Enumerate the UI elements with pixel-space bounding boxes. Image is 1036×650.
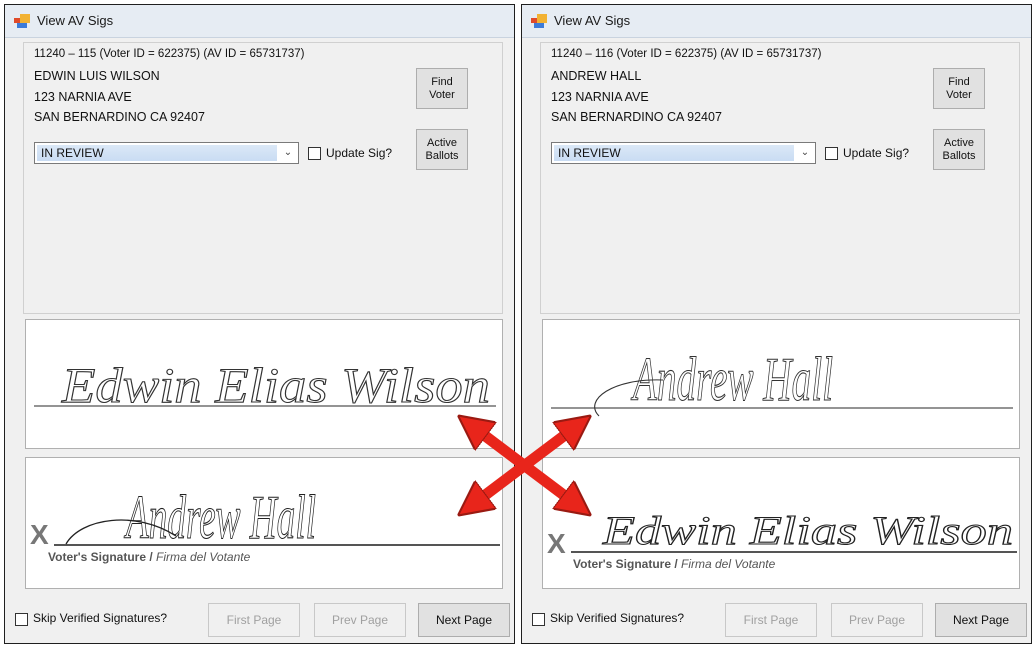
title-bar: View AV Sigs [522, 5, 1031, 38]
first-page-button[interactable]: First Page [208, 603, 300, 637]
ballot-signature-image: X Edwin Elias Wilson Voter's Signature /… [547, 507, 1017, 571]
reference-signature-text: Edwin Elias Wilson [61, 357, 490, 413]
ballot-caption-plain: Voter's Signature / [48, 550, 156, 564]
skip-verified-checkbox[interactable] [532, 613, 545, 626]
skip-verified-label: Skip Verified Signatures? [550, 611, 685, 625]
update-sig-checkbox[interactable] [825, 147, 838, 160]
active-ballots-label: Active Ballots [942, 136, 976, 162]
ballot-caption-plain: Voter's Signature / [573, 557, 681, 571]
voter-info-panel: 11240 – 116 (Voter ID = 622375) (AV ID =… [540, 42, 1020, 314]
find-voter-label: Find Voter [946, 75, 972, 101]
window-title: View AV Sigs [37, 13, 114, 28]
reference-signature-image: Edwin Elias Wilson [34, 356, 496, 414]
reference-signature-image: Andrew Hall [551, 345, 1013, 417]
skip-verified-checkbox[interactable] [15, 613, 28, 626]
prev-page-button[interactable]: Prev Page [831, 603, 923, 637]
update-sig-label: Update Sig? [843, 146, 910, 160]
bottom-nav-bar: Skip Verified Signatures? First Page Pre… [5, 599, 514, 639]
app-window-icon [14, 14, 30, 28]
ballot-signature-box: X Edwin Elias Wilson Voter's Signature /… [542, 457, 1020, 589]
ballot-signature-text: Edwin Elias Wilson [602, 508, 1013, 553]
ballot-signature-image: X Andrew Hall Voter's Signature / Firma … [30, 483, 500, 564]
x-mark: X [30, 519, 49, 550]
right-window: View AV Sigs 11240 – 116 (Voter ID = 622… [521, 4, 1032, 644]
prev-page-button[interactable]: Prev Page [314, 603, 406, 637]
voter-name: ANDREW HALL [551, 69, 642, 83]
find-voter-label: Find Voter [429, 75, 455, 101]
voter-city: SAN BERNARDINO CA 92407 [34, 110, 205, 124]
record-line: 11240 – 115 (Voter ID = 622375) (AV ID =… [34, 48, 305, 60]
next-page-button[interactable]: Next Page [935, 603, 1027, 637]
status-value: IN REVIEW [37, 145, 277, 161]
voter-address: 123 NARNIA AVE [34, 90, 132, 104]
reference-signature-box: Andrew Hall [542, 319, 1020, 449]
voter-info-panel: 11240 – 115 (Voter ID = 622375) (AV ID =… [23, 42, 503, 314]
active-ballots-button[interactable]: Active Ballots [416, 129, 468, 170]
record-line: 11240 – 116 (Voter ID = 622375) (AV ID =… [551, 48, 822, 60]
status-dropdown[interactable]: IN REVIEW ⌄ [551, 142, 816, 164]
app-window-icon [531, 14, 547, 28]
chevron-down-icon[interactable]: ⌄ [280, 145, 296, 161]
window-title: View AV Sigs [554, 13, 631, 28]
ballot-signature-box: X Andrew Hall Voter's Signature / Firma … [25, 457, 503, 589]
ballot-caption-italic: Firma del Votante [156, 550, 251, 564]
voter-city: SAN BERNARDINO CA 92407 [551, 110, 722, 124]
svg-text:Voter's Signature / Firma del: Voter's Signature / Firma del Votante [573, 557, 776, 571]
reference-signature-text: Andrew Hall [630, 346, 833, 414]
left-window: View AV Sigs 11240 – 115 (Voter ID = 622… [4, 4, 515, 644]
next-page-button[interactable]: Next Page [418, 603, 510, 637]
bottom-nav-bar: Skip Verified Signatures? First Page Pre… [522, 599, 1031, 639]
first-page-button[interactable]: First Page [725, 603, 817, 637]
voter-address: 123 NARNIA AVE [551, 90, 649, 104]
update-sig-label: Update Sig? [326, 146, 393, 160]
skip-verified-label: Skip Verified Signatures? [33, 611, 168, 625]
ballot-signature-text: Andrew Hall [124, 484, 316, 552]
chevron-down-icon[interactable]: ⌄ [797, 145, 813, 161]
x-mark: X [547, 528, 566, 559]
svg-text:Voter's Signature / Firma del: Voter's Signature / Firma del Votante [48, 550, 251, 564]
reference-signature-box: Edwin Elias Wilson [25, 319, 503, 449]
active-ballots-label: Active Ballots [425, 136, 459, 162]
status-dropdown[interactable]: IN REVIEW ⌄ [34, 142, 299, 164]
update-sig-checkbox[interactable] [308, 147, 321, 160]
ballot-caption-italic: Firma del Votante [681, 557, 776, 571]
find-voter-button[interactable]: Find Voter [416, 68, 468, 109]
status-value: IN REVIEW [554, 145, 794, 161]
voter-name: EDWIN LUIS WILSON [34, 69, 160, 83]
active-ballots-button[interactable]: Active Ballots [933, 129, 985, 170]
title-bar: View AV Sigs [5, 5, 514, 38]
find-voter-button[interactable]: Find Voter [933, 68, 985, 109]
